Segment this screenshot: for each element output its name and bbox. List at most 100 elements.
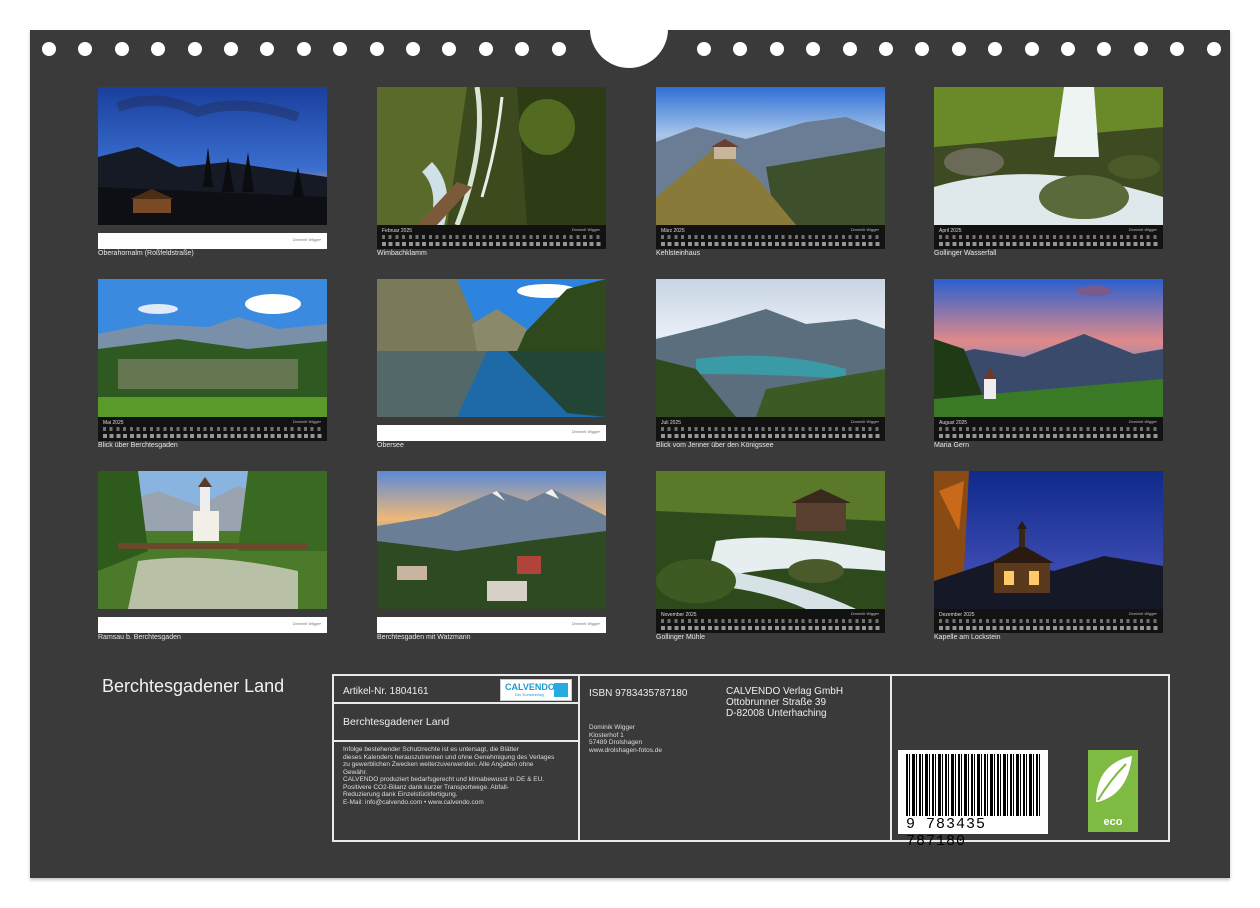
photo-caption: Gollinger Wasserfall <box>934 250 997 257</box>
month-strip: Dominik Wigger <box>98 617 327 633</box>
binding-hole <box>333 42 348 56</box>
weekday-row <box>382 235 601 239</box>
month-strip: Dominik Wigger <box>98 233 327 249</box>
month-strip: Juli 2025 Dominik Wigger <box>656 417 885 441</box>
month-name: April 2025 <box>939 228 962 234</box>
binding-hole <box>879 42 893 56</box>
binding-hole <box>1061 42 1075 56</box>
barcode-bars <box>906 754 1040 816</box>
month-strip: April 2025 Dominik Wigger <box>934 225 1163 249</box>
publisher-address: CALVENDO Verlag GmbH Ottobrunner Straße 3… <box>726 686 844 719</box>
article-cell: Artikel-Nr. 1804161 CALVENDO Der Kunstve… <box>334 676 580 840</box>
binding-hole <box>697 42 711 56</box>
binding-hole <box>1024 42 1039 56</box>
photo-obersee <box>377 279 606 417</box>
binding-hole <box>224 42 238 56</box>
month-strip: August 2025 Dominik Wigger <box>934 417 1163 441</box>
photo-credit: Dominik Wigger <box>571 227 600 232</box>
binding-hole <box>951 42 966 56</box>
eco-text: eco <box>1103 816 1123 828</box>
weekday-row <box>661 427 880 431</box>
month-strip: Dezember 2025 Dominik Wigger <box>934 609 1163 633</box>
photo-credit: Dominik Wigger <box>1128 611 1157 616</box>
binding-hole <box>42 42 56 56</box>
weekday-row <box>661 619 880 623</box>
photo-credit: Dominik Wigger <box>850 611 879 616</box>
barcode-number: 9 783435 787180 <box>906 816 987 850</box>
date-row <box>103 434 322 438</box>
photo-maria-gern <box>934 279 1163 417</box>
photo-credit: Dominik Wigger <box>571 621 600 626</box>
date-row <box>661 242 880 246</box>
photo-berchtesgaden-view <box>98 279 327 417</box>
legal-notice: Infolge bestehender Schutzrechte ist es … <box>343 746 555 806</box>
photo-kapelle-lockstein <box>934 471 1163 609</box>
date-row <box>382 242 601 246</box>
binding-hole <box>478 42 493 56</box>
author-address: Dominik Wigger Klosterhof 1 57489 Drolshag… <box>589 724 662 754</box>
binding-hole <box>369 42 384 56</box>
calvendo-logo: CALVENDO Der Kunstverlag <box>500 679 572 701</box>
photo-berchtesgaden-watzmann <box>377 471 606 609</box>
date-row <box>939 242 1158 246</box>
photo-gollinger-muehle <box>656 471 885 609</box>
photo-credit: Dominik Wigger <box>1128 419 1157 424</box>
binding-hole <box>733 42 748 56</box>
leaf-icon <box>1096 756 1132 802</box>
month-name: Dezember 2025 <box>939 612 975 618</box>
month-name: Februar 2025 <box>382 228 413 234</box>
month-name: März 2025 <box>661 228 685 234</box>
photo-caption: Oberahornalm (Roßfeldstraße) <box>98 250 194 257</box>
binding-hole <box>1133 42 1148 56</box>
month-name: November 2025 <box>661 612 697 618</box>
divider <box>334 740 578 742</box>
binding-hole <box>114 42 129 56</box>
photo-credit: Dominik Wigger <box>292 419 321 424</box>
photo-caption: Kehlsteinhaus <box>656 250 700 257</box>
photo-caption: Berchtesgaden mit Watzmann <box>377 634 471 641</box>
weekday-row <box>103 427 322 431</box>
date-row <box>939 626 1158 630</box>
date-row <box>661 626 880 630</box>
weekday-row <box>939 427 1158 431</box>
article-number: Artikel-Nr. 1804161 <box>343 686 429 697</box>
binding-hole <box>842 42 857 56</box>
binding-hole <box>260 42 275 56</box>
binding-hole <box>806 42 821 56</box>
logo-subtext: Der Kunstverlag <box>515 692 544 697</box>
photo-caption: Maria Gern <box>934 442 970 449</box>
binding-hole <box>551 42 566 56</box>
weekday-row <box>939 235 1158 239</box>
date-row <box>939 434 1158 438</box>
barcode-cell: 9 783435 787180 eco <box>892 676 1168 850</box>
photo-caption: Blick über Berchtesgaden <box>98 442 178 449</box>
weekday-row <box>939 619 1158 623</box>
month-strip: November 2025 Dominik Wigger <box>656 609 885 633</box>
isbn-barcode: 9 783435 787180 <box>898 750 1048 850</box>
photo-jenner-koenigssee <box>656 279 885 417</box>
month-name: Juli 2025 <box>661 420 682 426</box>
date-row <box>661 434 880 438</box>
photo-caption: Ramsau b. Berchtesgaden <box>98 634 181 641</box>
eco-label: eco <box>1088 750 1138 832</box>
photo-oberahornalm <box>98 87 327 225</box>
weekday-row <box>661 235 880 239</box>
photo-credit: Dominik Wigger <box>292 621 321 626</box>
photo-caption: Kapelle am Lockstein <box>934 634 1001 641</box>
product-info-box: Artikel-Nr. 1804161 CALVENDO Der Kunstve… <box>332 674 1170 850</box>
month-strip: Mai 2025 Dominik Wigger <box>98 417 327 441</box>
photo-caption: Obersee <box>377 442 404 449</box>
isbn: ISBN 9783435787180 <box>589 688 688 699</box>
month-strip: Februar 2025 Dominik Wigger <box>377 225 606 249</box>
binding-hole <box>442 42 457 56</box>
photo-caption: Gollinger Mühle <box>656 634 706 641</box>
divider <box>334 702 578 704</box>
binding-hole <box>915 42 930 56</box>
binding-hole <box>406 42 420 56</box>
binding-hole <box>187 42 202 56</box>
photo-credit: Dominik Wigger <box>292 237 321 242</box>
binding-hole <box>78 42 93 56</box>
photo-ramsau <box>98 471 327 609</box>
publisher-cell: ISBN 9783435787180 Dominik Wigger Kloster… <box>580 676 892 840</box>
month-strip: März 2025 Dominik Wigger <box>656 225 885 249</box>
